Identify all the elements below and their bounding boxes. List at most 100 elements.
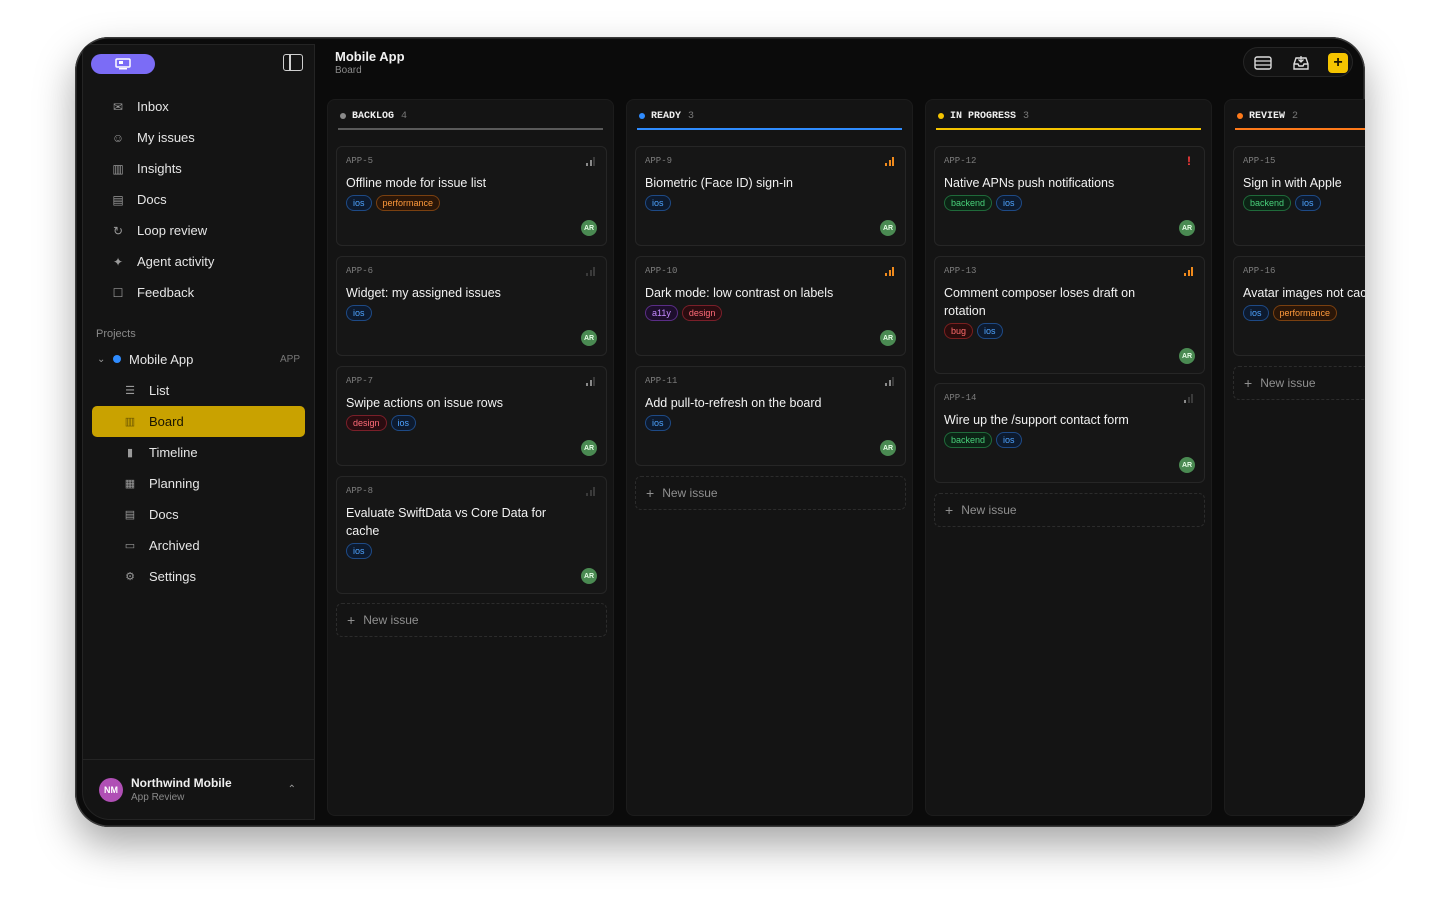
project-item-planning[interactable]: ▦ Planning (83, 468, 314, 499)
project-item-label: Archived (149, 538, 200, 553)
projects-section-label: Projects (96, 328, 136, 340)
sidebar-item-label: Docs (137, 192, 167, 207)
assignee-avatar[interactable]: AR (581, 440, 597, 456)
assignee-avatar[interactable]: AR (581, 568, 597, 584)
issue-card[interactable]: APP-7 Swipe actions on issue rows design… (336, 366, 607, 466)
tag: ios (645, 195, 671, 211)
project-mobile-app[interactable]: ⌄ Mobile App APP (83, 344, 314, 374)
priority-none-icon (586, 266, 596, 276)
project-item-board[interactable]: ▥ Board (92, 406, 305, 437)
sidebar-item-label: Loop review (137, 223, 208, 238)
issue-card[interactable]: APP-16 Avatar images not cached ios perf… (1233, 256, 1365, 356)
assignee-avatar[interactable]: AR (880, 220, 896, 236)
project-item-settings[interactable]: ⚙ Settings (83, 561, 314, 592)
sidebar-toggle-icon[interactable] (283, 54, 303, 71)
issue-title: Sign in with Apple (1243, 176, 1342, 190)
issue-title: Add pull-to-refresh on the board (645, 396, 822, 410)
chevron-down-icon[interactable]: ⌄ (97, 354, 109, 365)
tag-list: ios (645, 195, 671, 211)
sidebar-item-label: Feedback (137, 285, 195, 300)
project-item-label: Settings (149, 569, 196, 584)
assignee-avatar[interactable]: AR (581, 220, 597, 236)
issue-card[interactable]: APP-11 Add pull-to-refresh on the board … (635, 366, 906, 466)
new-issue-button[interactable]: + New issue (635, 476, 906, 510)
project-item-label: Timeline (149, 445, 198, 460)
sidebar-item-insights[interactable]: ▥ Insights (83, 153, 314, 184)
issue-card[interactable]: APP-13 Comment composer loses draft on r… (934, 256, 1205, 374)
inbox-tray-icon[interactable] (1291, 53, 1311, 73)
issue-id: APP-8 (346, 486, 374, 496)
project-item-timeline[interactable]: ▮ Timeline (83, 437, 314, 468)
page-title: Mobile App (335, 49, 405, 64)
assignee-avatar[interactable]: AR (880, 440, 896, 456)
issue-card[interactable]: APP-14 Wire up the /support contact form… (934, 383, 1205, 483)
new-issue-label: New issue (363, 613, 419, 627)
issue-id: APP-15 (1243, 156, 1276, 166)
issue-title: Native APNs push notifications (944, 176, 1115, 190)
tag: backend (1243, 195, 1292, 211)
user-icon: ☺ (111, 130, 125, 145)
project-item-label: List (149, 383, 170, 398)
timeline-icon: ▮ (126, 447, 134, 459)
issue-id: APP-7 (346, 376, 374, 386)
column-divider (637, 128, 902, 130)
tag: backend (944, 432, 993, 448)
issue-title: Biometric (Face ID) sign-in (645, 176, 793, 190)
chat-icon: ☐ (112, 285, 124, 300)
issue-card[interactable]: APP-12 ! Native APNs push notifications … (934, 146, 1205, 246)
priority-urgent-icon: ! (1187, 154, 1191, 168)
workspace-switcher-button[interactable] (91, 54, 155, 74)
sidebar: ✉ Inbox ☺ My issues ▥ Insights ▤ Docs ↻ Loop … (82, 44, 315, 820)
sidebar-item-loop-review[interactable]: ↻ Loop review (83, 215, 314, 246)
issue-id: APP-6 (346, 266, 374, 276)
project-item-list[interactable]: ☰ List (83, 375, 314, 406)
sidebar-item-inbox[interactable]: ✉ Inbox (83, 91, 314, 122)
status-dot-icon (639, 113, 645, 119)
sidebar-item-feedback[interactable]: ☐ Feedback (83, 277, 314, 308)
issue-title: Comment composer loses draft on rotation (944, 286, 1136, 318)
column-backlog: BACKLOG 4 APP-5 Offline mode for issue l… (327, 99, 614, 816)
sidebar-item-agent-activity[interactable]: ✦ Agent activity (83, 246, 314, 277)
new-issue-button[interactable]: + New issue (336, 603, 607, 637)
issue-card[interactable]: APP-5 Offline mode for issue list ios pe… (336, 146, 607, 246)
assignee-avatar[interactable]: AR (1179, 348, 1195, 364)
status-dot-icon (938, 113, 944, 119)
column-header: IN PROGRESS 3 (938, 109, 1029, 123)
add-issue-button[interactable]: + (1328, 53, 1348, 73)
chevron-up-icon[interactable]: ⌃ (288, 784, 296, 795)
view-options-icon[interactable] (1253, 53, 1273, 73)
assignee-avatar[interactable]: AR (1179, 457, 1195, 473)
issue-card[interactable]: APP-15 Sign in with Apple backend ios (1233, 146, 1365, 246)
assignee-avatar[interactable]: AR (1179, 220, 1195, 236)
workspace-footer[interactable]: NM Northwind Mobile App Review ⌃ (83, 759, 314, 819)
tag-list: ios (346, 305, 372, 321)
archive-icon: ▭ (124, 540, 136, 552)
tag: ios (346, 305, 372, 321)
issue-card[interactable]: APP-6 Widget: my assigned issues ios AR (336, 256, 607, 356)
header-toolbar: + (1243, 47, 1353, 77)
new-issue-button[interactable]: + New issue (934, 493, 1205, 527)
status-dot-icon (1237, 113, 1243, 119)
project-color-dot (113, 355, 121, 363)
priority-none-icon (586, 486, 596, 496)
project-key: APP (279, 353, 300, 365)
sidebar-item-docs[interactable]: ▤ Docs (83, 184, 314, 215)
new-issue-button[interactable]: + New issue (1233, 366, 1365, 400)
tag: ios (390, 415, 417, 431)
tag-list: backend ios (944, 432, 1022, 448)
column-in-progress: IN PROGRESS 3 APP-12 ! Native APNs push … (925, 99, 1212, 816)
assignee-avatar[interactable]: AR (581, 330, 597, 346)
project-item-docs[interactable]: ▤ Docs (83, 499, 314, 530)
project-item-archived[interactable]: ▭ Archived (83, 530, 314, 561)
column-title: BACKLOG (352, 110, 395, 122)
issue-card[interactable]: APP-10 Dark mode: low contrast on labels… (635, 256, 906, 356)
sidebar-item-label: My issues (137, 130, 195, 145)
column-title: REVIEW (1249, 110, 1286, 122)
sidebar-nav: ✉ Inbox ☺ My issues ▥ Insights ▤ Docs ↻ Loop … (83, 91, 314, 308)
issue-card[interactable]: APP-9 Biometric (Face ID) sign-in ios AR (635, 146, 906, 246)
assignee-avatar[interactable]: AR (880, 330, 896, 346)
loop-icon: ↻ (112, 223, 124, 238)
issue-card[interactable]: APP-8 Evaluate SwiftData vs Core Data fo… (336, 476, 607, 594)
sidebar-item-my-issues[interactable]: ☺ My issues (83, 122, 314, 153)
tag: ios (996, 432, 1022, 448)
